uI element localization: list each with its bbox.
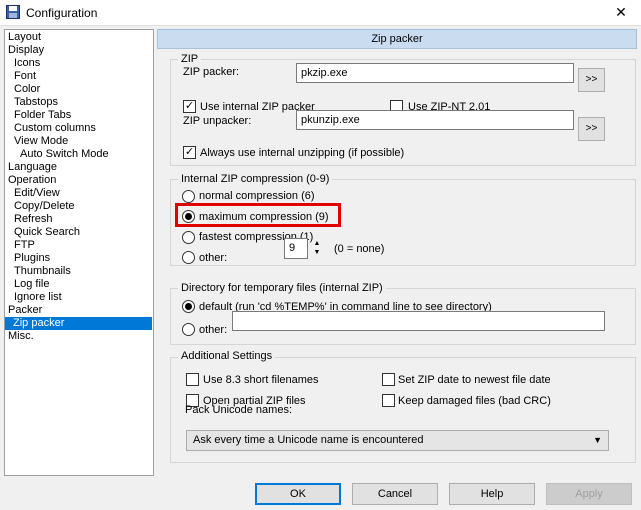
highlight-box <box>175 203 341 227</box>
tree-item[interactable]: Custom columns <box>12 122 98 135</box>
tempdir-other-input[interactable] <box>232 311 605 331</box>
tree-item[interactable]: Log file <box>12 278 51 291</box>
compression-level-input[interactable]: 9 <box>284 238 308 259</box>
tree-item[interactable]: Packer <box>6 304 44 317</box>
normal-compression-label: normal compression (6) <box>199 190 315 202</box>
chevron-down-icon: ▼ <box>593 435 602 445</box>
tree-item[interactable]: Language <box>6 161 59 174</box>
help-button[interactable]: Help <box>449 483 535 505</box>
tree-item[interactable]: Thumbnails <box>12 265 73 278</box>
compression-group-label: Internal ZIP compression (0-9) <box>178 173 333 185</box>
tree-item[interactable]: Display <box>6 44 46 57</box>
unicode-names-label: Pack Unicode names: <box>185 404 292 416</box>
tempdir-other-radio[interactable] <box>182 323 195 336</box>
tree-item[interactable]: Refresh <box>12 213 55 226</box>
short-filenames-label: Use 8.3 short filenames <box>203 374 319 386</box>
ok-button[interactable]: OK <box>255 483 341 505</box>
other-compression-label: other: <box>199 252 228 264</box>
tree-item[interactable]: Edit/View <box>12 187 62 200</box>
tree-item[interactable]: Auto Switch Mode <box>18 148 111 161</box>
cancel-button[interactable]: Cancel <box>352 483 438 505</box>
tree-item[interactable]: Tabstops <box>12 96 60 109</box>
unicode-names-select[interactable]: Ask every time a Unicode name is encount… <box>186 430 609 451</box>
additional-group-label: Additional Settings <box>178 350 276 362</box>
window-title: Configuration <box>26 6 98 20</box>
zip-packer-input[interactable]: pkzip.exe <box>296 63 574 83</box>
other-compression-radio[interactable] <box>182 251 195 264</box>
tree-item[interactable]: FTP <box>12 239 37 252</box>
always-internal-unzip-checkbox[interactable]: ✓ <box>183 146 196 159</box>
compression-none-hint: (0 = none) <box>334 243 385 255</box>
close-icon[interactable]: ✕ <box>611 3 631 21</box>
floppy-disk-icon <box>6 5 20 19</box>
keep-damaged-checkbox[interactable] <box>382 394 395 407</box>
normal-compression-radio[interactable] <box>182 190 195 203</box>
zip-unpacker-input[interactable]: pkunzip.exe <box>296 110 574 130</box>
tree-item[interactable]: Folder Tabs <box>12 109 73 122</box>
tree-item[interactable]: Plugins <box>12 252 52 265</box>
zip-packer-browse-button[interactable]: >> <box>578 68 605 92</box>
zip-unpacker-browse-button[interactable]: >> <box>578 117 605 141</box>
tree-item[interactable]: Font <box>12 70 38 83</box>
set-zip-date-checkbox[interactable] <box>382 373 395 386</box>
title-bar: Configuration ✕ <box>0 0 641 26</box>
set-zip-date-label: Set ZIP date to newest file date <box>398 374 551 386</box>
zip-packer-label: ZIP packer: <box>183 66 240 78</box>
tempdir-other-label: other: <box>199 324 228 336</box>
always-internal-unzip-label: Always use internal unzipping (if possib… <box>200 147 405 159</box>
apply-button[interactable]: Apply <box>546 483 632 505</box>
tempdir-default-radio[interactable] <box>182 300 195 313</box>
tree-item[interactable]: Misc. <box>6 330 36 343</box>
short-filenames-checkbox[interactable] <box>186 373 199 386</box>
tree-item[interactable]: Zip packer <box>5 317 152 330</box>
tree-item[interactable]: Copy/Delete <box>12 200 77 213</box>
tree-item[interactable]: Color <box>12 83 42 96</box>
zip-group-label: ZIP <box>178 53 202 65</box>
page-title: Zip packer <box>157 29 637 49</box>
use-internal-packer-checkbox[interactable]: ✓ <box>183 100 196 113</box>
compression-level-stepper[interactable]: ▲ ▼ <box>312 239 322 259</box>
tempdir-group-label: Directory for temporary files (internal … <box>178 282 386 294</box>
tree-item[interactable]: Icons <box>12 57 42 70</box>
unicode-names-value: Ask every time a Unicode name is encount… <box>193 434 424 446</box>
keep-damaged-label: Keep damaged files (bad CRC) <box>398 395 551 407</box>
tree-item[interactable]: Operation <box>6 174 58 187</box>
tree-item[interactable]: Quick Search <box>12 226 82 239</box>
zip-unpacker-label: ZIP unpacker: <box>183 115 252 127</box>
tree-item[interactable]: Ignore list <box>12 291 64 304</box>
settings-tree[interactable]: Layout Display Icons Font Color Tabstops Folde… <box>4 29 154 476</box>
tree-item[interactable]: View Mode <box>12 135 70 148</box>
fastest-compression-radio[interactable] <box>182 231 195 244</box>
tree-item[interactable]: Layout <box>6 31 43 44</box>
